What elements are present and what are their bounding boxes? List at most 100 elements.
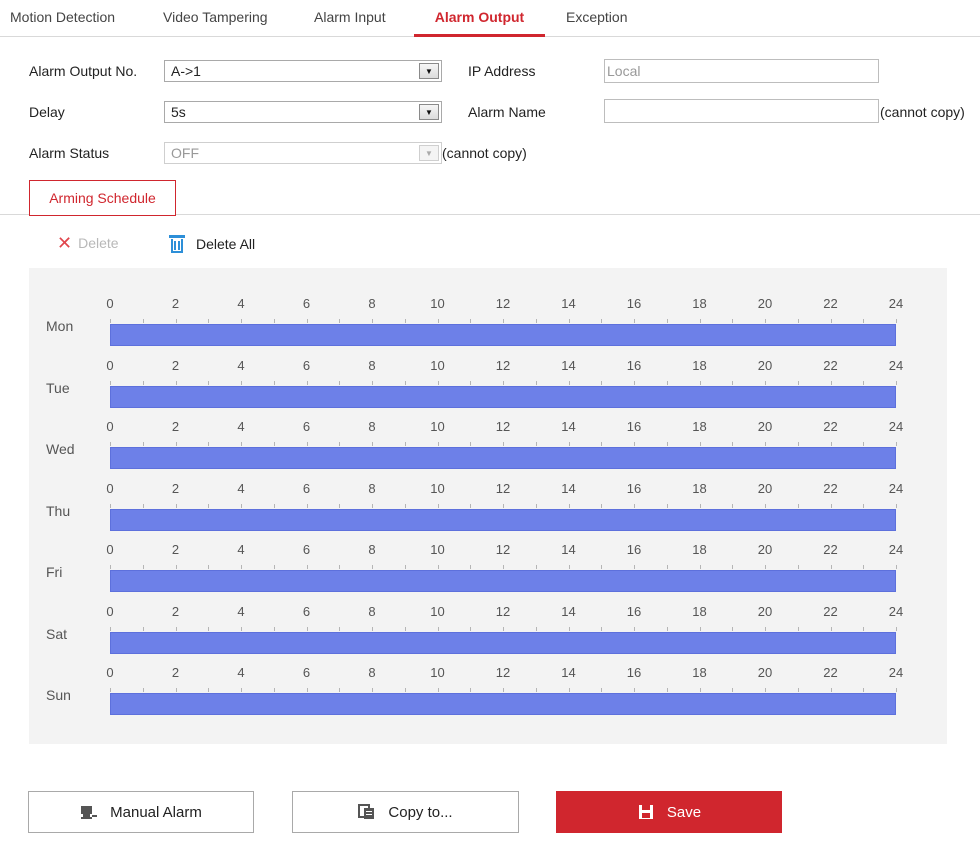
hour-tick bbox=[634, 688, 635, 692]
hour-tick bbox=[470, 688, 472, 692]
hour-tick bbox=[732, 688, 734, 692]
hour-tick bbox=[699, 319, 701, 323]
ip-address-label: IP Address bbox=[468, 63, 536, 79]
hour-tick bbox=[732, 626, 734, 631]
schedule-row-sun: Sun 0 2 4 6 8 10 12 14 16 18 20 22 24 bbox=[29, 643, 947, 715]
hour-tick bbox=[797, 380, 799, 385]
hour-tick-label: 2 bbox=[171, 603, 180, 619]
hour-tick bbox=[437, 688, 439, 692]
chevron-down-icon[interactable]: ▼ bbox=[419, 104, 439, 120]
chevron-down-icon[interactable]: ▼ bbox=[419, 63, 439, 79]
hour-tick-label: 8 bbox=[368, 296, 376, 311]
hour-tick bbox=[732, 319, 734, 323]
hour-tick-label: 12 bbox=[495, 357, 511, 373]
hour-tick bbox=[601, 626, 603, 631]
hour-tick-label: 0 bbox=[106, 296, 114, 311]
hour-tick-label: 14 bbox=[561, 542, 576, 557]
ip-address-input[interactable] bbox=[605, 60, 878, 82]
hour-tick bbox=[110, 319, 111, 323]
hour-tick-label: 4 bbox=[237, 296, 245, 311]
hour-tick bbox=[208, 380, 210, 385]
hour-tick bbox=[273, 442, 275, 446]
manual-alarm-button[interactable]: Manual Alarm bbox=[28, 791, 254, 833]
hour-tick bbox=[503, 503, 504, 508]
hour-tick bbox=[634, 319, 635, 323]
hour-tick-label: 8 bbox=[368, 542, 376, 557]
copy-to-label: Copy to... bbox=[388, 803, 453, 821]
hour-tick bbox=[666, 688, 668, 692]
hour-tick bbox=[568, 503, 570, 508]
copy-to-button[interactable]: Copy to... bbox=[292, 791, 519, 833]
hour-tick bbox=[699, 380, 701, 385]
hour-tick bbox=[535, 319, 537, 323]
hour-tick-label: 18 bbox=[692, 603, 707, 619]
hour-tick-label: 16 bbox=[626, 296, 642, 311]
delete-button[interactable]: ✕ Delete bbox=[57, 234, 119, 252]
hour-tick bbox=[732, 503, 734, 508]
delete-all-label: Delete All bbox=[196, 236, 256, 252]
hour-tick-label: 16 bbox=[626, 357, 642, 373]
hour-tick bbox=[896, 442, 897, 446]
hour-tick-label: 2 bbox=[171, 419, 180, 434]
hour-tick bbox=[339, 442, 341, 446]
hour-tick-label: 12 bbox=[495, 419, 511, 434]
hour-tick bbox=[765, 565, 766, 569]
alarm-name-field[interactable] bbox=[604, 99, 879, 123]
hour-tick-label: 6 bbox=[302, 665, 311, 680]
close-x-icon: ✕ bbox=[57, 233, 73, 253]
hour-tick bbox=[339, 380, 341, 385]
tab-exception[interactable]: Exception bbox=[566, 0, 627, 37]
tab-alarm-input[interactable]: Alarm Input bbox=[314, 0, 386, 37]
hour-tick-label: 10 bbox=[430, 480, 445, 496]
tab-video-tampering[interactable]: Video Tampering bbox=[163, 0, 268, 37]
tab-motion-detection[interactable]: Motion Detection bbox=[10, 0, 115, 37]
hour-tick bbox=[142, 626, 144, 631]
hour-tick-label: 4 bbox=[237, 357, 245, 373]
hour-tick bbox=[797, 688, 799, 692]
hour-tick-label: 16 bbox=[626, 603, 642, 619]
hour-tick-label: 24 bbox=[888, 480, 904, 496]
hour-tick bbox=[896, 626, 897, 631]
hour-tick bbox=[241, 319, 242, 323]
hour-tick-label: 6 bbox=[302, 296, 311, 311]
hour-tick-label: 16 bbox=[626, 419, 642, 434]
delay-select[interactable]: 5s ▼ bbox=[164, 101, 442, 123]
day-label: Thu bbox=[46, 502, 71, 519]
day-label: Wed bbox=[46, 441, 75, 457]
hour-tick bbox=[175, 688, 177, 692]
tab-alarm-output[interactable]: Alarm Output bbox=[414, 0, 545, 37]
hour-tick bbox=[863, 442, 865, 446]
hour-tick bbox=[797, 503, 799, 508]
tab-arming-schedule[interactable]: Arming Schedule bbox=[29, 180, 176, 216]
hour-tick bbox=[732, 442, 734, 446]
hour-tick-label: 6 bbox=[302, 419, 311, 434]
ip-address-field[interactable] bbox=[604, 59, 879, 83]
hour-tick-label: 18 bbox=[692, 665, 707, 680]
hour-tick bbox=[797, 319, 799, 323]
delete-all-button[interactable]: Delete All bbox=[168, 234, 255, 254]
alarm-name-input[interactable] bbox=[605, 100, 878, 122]
alarm-output-no-label: Alarm Output No. bbox=[29, 63, 138, 79]
hour-tick bbox=[372, 688, 373, 692]
hour-tick-label: 22 bbox=[823, 542, 838, 557]
hour-tick bbox=[110, 688, 111, 692]
schedule-bar[interactable] bbox=[110, 693, 896, 715]
hour-tick-label: 2 bbox=[171, 480, 180, 496]
hour-tick bbox=[175, 380, 177, 385]
hour-tick bbox=[765, 319, 766, 323]
hour-tick-label: 24 bbox=[888, 542, 904, 557]
alarm-output-no-select[interactable]: A->1 ▼ bbox=[164, 60, 442, 82]
hour-tick bbox=[306, 626, 308, 631]
hour-tick bbox=[503, 319, 504, 323]
hour-tick-label: 22 bbox=[823, 665, 838, 680]
hour-tick bbox=[535, 688, 537, 692]
hour-tick bbox=[142, 688, 144, 692]
alarm-output-no-value: A->1 bbox=[171, 63, 201, 79]
save-button[interactable]: Save bbox=[556, 791, 782, 833]
hour-tick-label: 12 bbox=[495, 296, 511, 311]
hour-tick-label: 4 bbox=[237, 603, 245, 619]
hour-tick bbox=[863, 688, 865, 692]
hour-tick bbox=[273, 626, 275, 631]
hour-tick-label: 22 bbox=[823, 296, 838, 311]
hour-tick bbox=[306, 319, 308, 323]
